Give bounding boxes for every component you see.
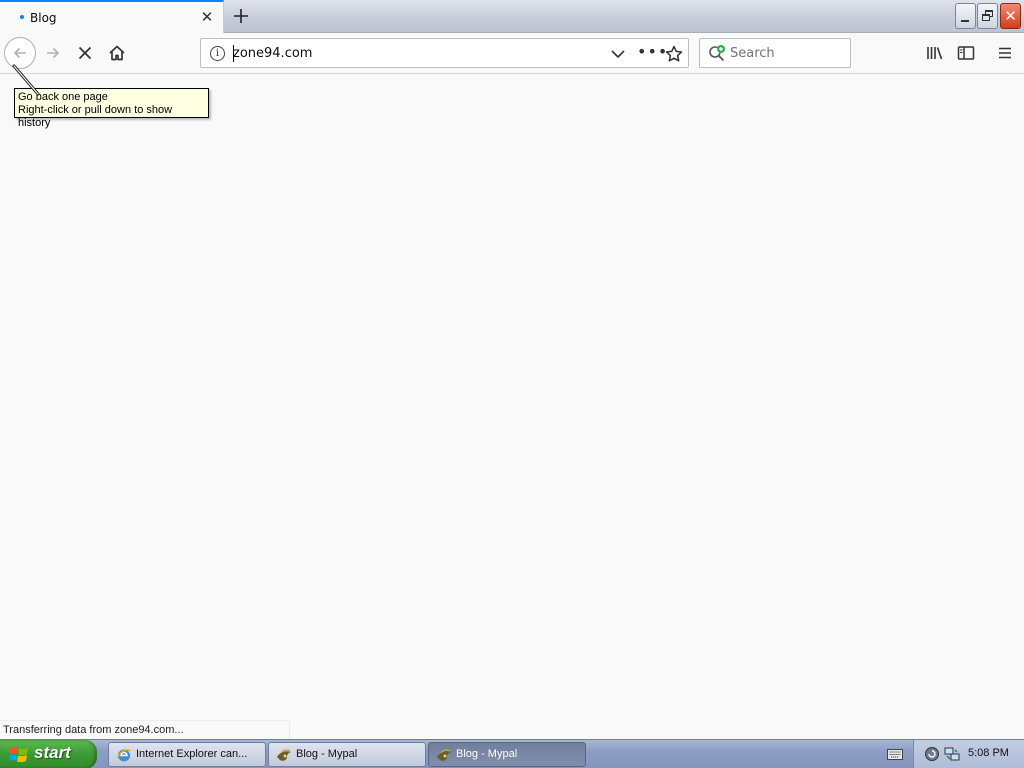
mouse-cursor-icon — [12, 64, 40, 96]
back-button-tooltip: Go back one page Right-click or pull dow… — [14, 88, 209, 129]
sidebar-icon — [957, 46, 975, 60]
stop-button[interactable] — [69, 37, 101, 69]
taskbar-item-internet-explorer[interactable]: Internet Explorer can... — [108, 742, 266, 767]
mypal-icon — [437, 749, 451, 761]
start-label: start — [34, 743, 71, 762]
window-close-button[interactable]: ✕ — [1000, 3, 1021, 29]
page-actions-icon[interactable]: ••• — [637, 44, 667, 63]
home-button[interactable] — [101, 37, 133, 69]
menu-button[interactable] — [989, 37, 1021, 69]
hamburger-menu-icon — [999, 47, 1011, 59]
tab-bar: Blog ✕ ✕ — [0, 0, 1024, 33]
taskbar-item-label: Blog - Mypal — [456, 748, 518, 760]
site-info-icon[interactable]: i — [210, 46, 225, 61]
close-icon[interactable]: ✕ — [198, 8, 216, 26]
tooltip-line-1: Go back one page — [18, 91, 108, 103]
windows-logo-icon — [9, 747, 28, 763]
ie-icon — [116, 749, 131, 762]
taskbar-item-label: Blog - Mypal — [296, 748, 358, 760]
taskbar-item-blog-mypal[interactable]: Blog - Mypal — [268, 742, 426, 767]
minimize-button[interactable] — [955, 3, 976, 29]
clock: 5:08 PM — [968, 747, 1009, 759]
system-tray: 5:08 PM — [913, 740, 1024, 768]
start-button[interactable]: start — [0, 740, 97, 768]
taskbar-item-blog-mypal-active[interactable]: Blog - Mypal — [428, 742, 586, 767]
taskbar: start Internet Explorer can... Blog - My… — [0, 739, 1024, 768]
stop-x-icon — [78, 46, 92, 60]
network-icon[interactable] — [944, 746, 960, 762]
status-panel: Transferring data from zone94.com... — [0, 720, 290, 739]
search-bar[interactable] — [699, 38, 851, 68]
url-bar[interactable]: i zone94.com ••• — [200, 38, 689, 68]
tab-blog[interactable]: Blog ✕ — [0, 0, 224, 33]
mypal-icon — [277, 749, 291, 761]
star-icon[interactable] — [664, 44, 684, 64]
status-text: Transferring data from zone94.com... — [3, 724, 184, 736]
navigation-toolbar: i zone94.com ••• — [0, 33, 1024, 74]
close-icon: ✕ — [1004, 7, 1017, 25]
page-content — [0, 75, 1024, 720]
arrow-right-icon — [47, 47, 60, 59]
loading-indicator — [20, 15, 24, 19]
chevron-down-icon[interactable] — [609, 45, 627, 63]
security-shield-icon[interactable] — [924, 746, 940, 762]
restore-button[interactable] — [977, 3, 998, 29]
search-icon[interactable] — [708, 44, 726, 62]
new-tab-button[interactable] — [228, 3, 254, 29]
keyboard-icon[interactable] — [887, 747, 903, 761]
search-input[interactable] — [730, 44, 846, 62]
taskbar-item-label: Internet Explorer can... — [136, 748, 248, 760]
plus-icon — [234, 9, 248, 23]
arrow-left-icon — [13, 47, 26, 59]
tooltip-line-2: Right-click or pull down to show history — [18, 104, 173, 129]
library-button[interactable] — [919, 37, 951, 69]
home-icon — [109, 45, 125, 61]
url-text[interactable]: zone94.com — [233, 46, 312, 61]
sidebar-button[interactable] — [950, 37, 982, 69]
library-icon — [927, 47, 943, 60]
tab-title: Blog — [30, 11, 57, 25]
text-caret — [233, 45, 234, 62]
